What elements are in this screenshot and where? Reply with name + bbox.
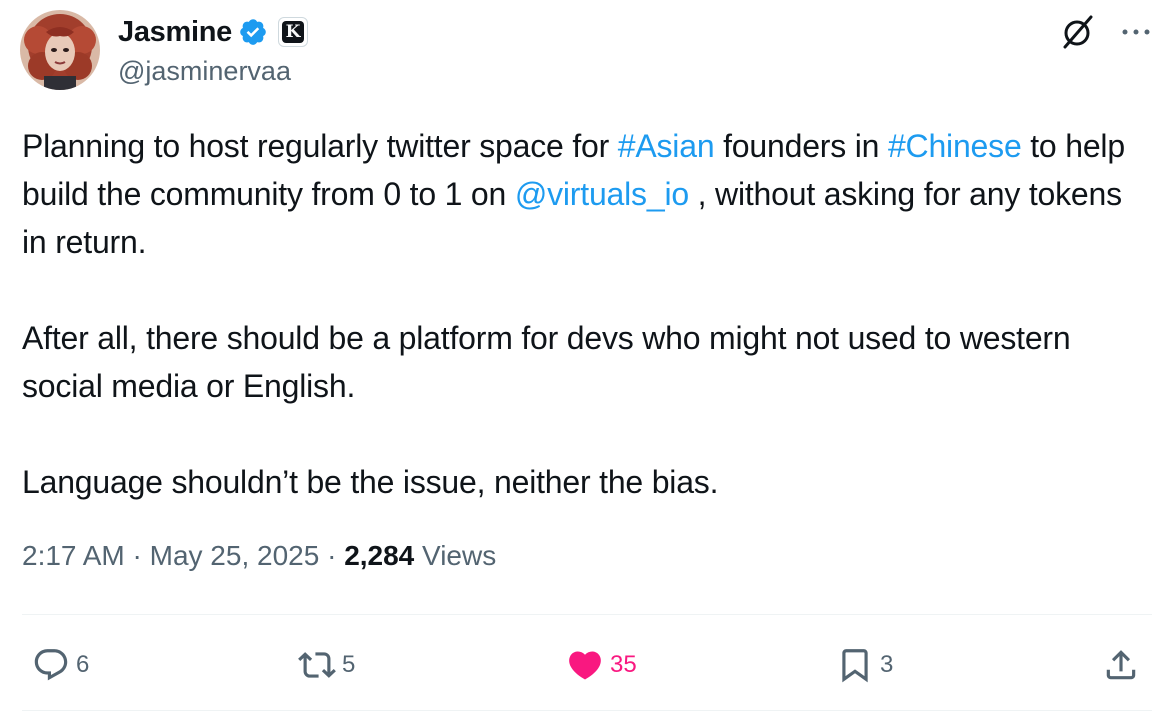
tweet-text-segment: founders in [714, 128, 888, 164]
verified-badge-icon[interactable] [238, 17, 268, 47]
avatar-image [20, 10, 100, 90]
top-actions [1058, 12, 1154, 52]
tweet-meta: 2:17 AM · May 25, 2025 · 2,284 Views [22, 540, 496, 572]
bookmark-count: 3 [880, 651, 894, 678]
meta-separator: · [124, 540, 150, 571]
like-icon [569, 651, 601, 680]
retweet-icon [298, 652, 336, 678]
reply-count: 6 [76, 651, 90, 678]
author-handle[interactable]: @jasminervaa [118, 56, 291, 87]
author-name-row: Jasmine K [118, 10, 308, 54]
bookmark-icon [842, 649, 868, 683]
retweet-count: 5 [342, 651, 356, 678]
avatar[interactable] [20, 10, 100, 90]
tweet-text: Planning to host regularly twitter space… [22, 122, 1152, 506]
tweet-paragraph-3: Language shouldn’t be the issue, neither… [22, 464, 719, 500]
reply-icon [34, 649, 68, 681]
more-icon[interactable] [1118, 14, 1154, 50]
tweet-time[interactable]: 2:17 AM [22, 540, 125, 571]
share-button[interactable] [1102, 640, 1140, 690]
retweet-button[interactable]: 5 [298, 640, 355, 690]
tweet-paragraph-1: Planning to host regularly twitter space… [22, 122, 1152, 266]
hashtag-chinese[interactable]: #Chinese [888, 128, 1022, 164]
hashtag-asian[interactable]: #Asian [618, 128, 715, 164]
affiliate-badge-letter: K [281, 21, 304, 43]
divider [22, 614, 1152, 615]
views-count[interactable]: 2,284 [344, 540, 414, 571]
meta-separator: · [319, 540, 345, 571]
tweet-paragraph-2: After all, there should be a platform fo… [22, 320, 1071, 404]
views-label: Views [414, 540, 497, 571]
share-icon [1106, 650, 1136, 680]
tweet-date[interactable]: May 25, 2025 [150, 540, 320, 571]
affiliate-badge[interactable]: K [277, 17, 308, 47]
grok-icon[interactable] [1058, 12, 1098, 52]
like-button[interactable]: 35 [566, 640, 637, 690]
mention-virtuals-io[interactable]: @virtuals_io [515, 176, 689, 212]
tweet-text-segment: Planning to host regularly twitter space… [22, 128, 618, 164]
author-display-name[interactable]: Jasmine [118, 16, 232, 49]
action-bar: 6 5 35 3 [22, 640, 1152, 690]
like-count: 35 [610, 651, 637, 678]
divider [22, 710, 1152, 711]
tweet: Jasmine K @jasminervaa Planning to host … [0, 0, 1174, 716]
bookmark-button[interactable]: 3 [836, 640, 893, 690]
reply-button[interactable]: 6 [32, 640, 89, 690]
